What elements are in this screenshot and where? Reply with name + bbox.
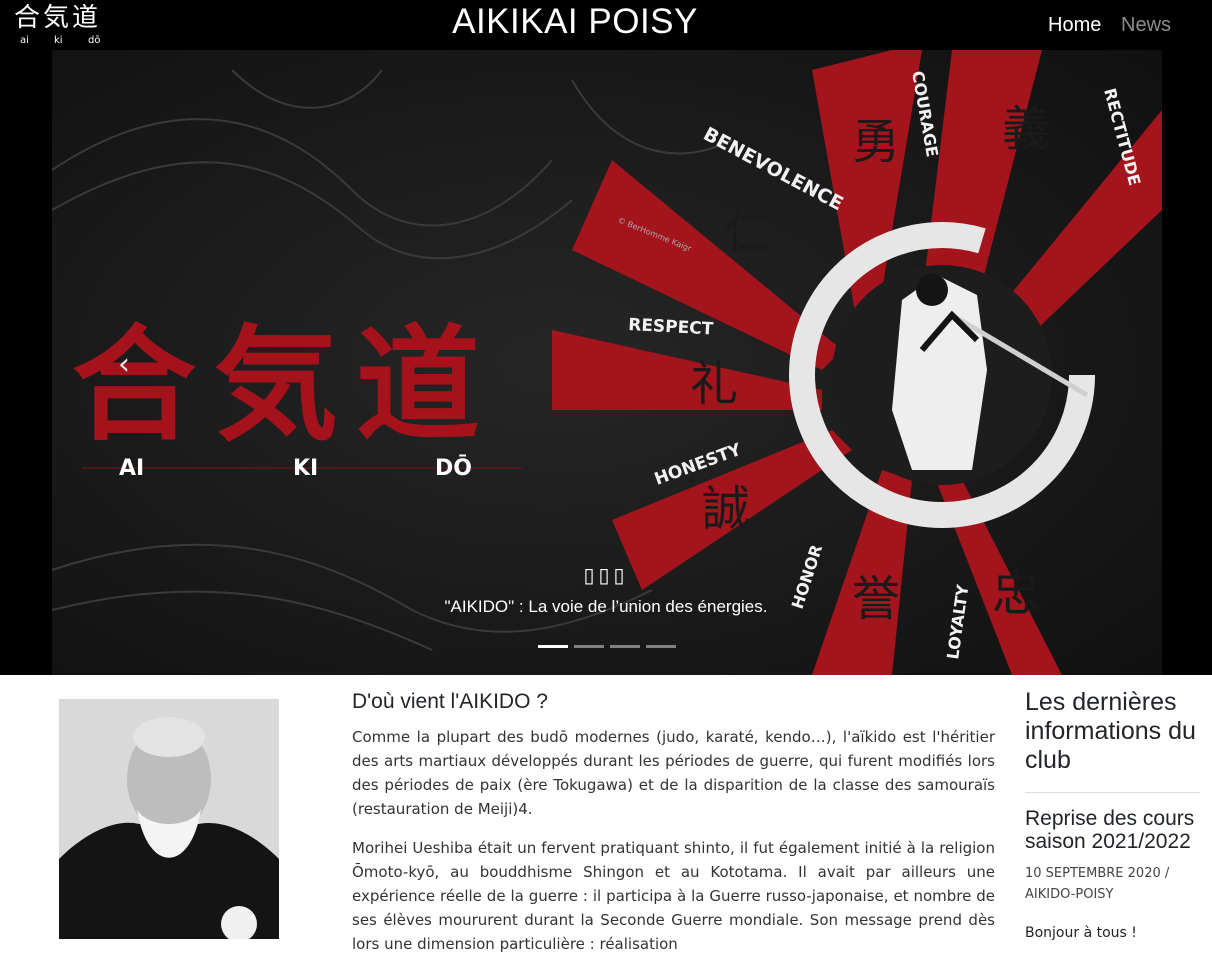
carousel-indicator-1[interactable] bbox=[538, 645, 568, 648]
kanji-chu: 忠 bbox=[992, 566, 1040, 622]
carousel-indicator-4[interactable] bbox=[646, 645, 676, 648]
carousel-caption-text: "AIKIDO" : La voie de l’union des énergi… bbox=[444, 597, 768, 616]
carousel-caption-title: ▯▯▯ bbox=[583, 563, 629, 587]
article-section: D'où vient l'AIKIDO ? Comme la plupart d… bbox=[352, 688, 995, 971]
aikido-logo[interactable]: 合気道 ai ki dō bbox=[14, 4, 132, 48]
post-excerpt: Bonjour à tous ! bbox=[1025, 925, 1137, 941]
kanji-makoto: 誠 bbox=[702, 481, 750, 537]
sidebar-divider bbox=[1025, 792, 1200, 793]
logo-romaji-do: dō bbox=[88, 35, 101, 46]
site-title[interactable]: AIKIKAI POISY bbox=[400, 2, 750, 42]
article-heading: D'où vient l'AIKIDO ? bbox=[352, 690, 548, 713]
post-title-link[interactable]: Reprise des cours saison 2021/2022 bbox=[1025, 807, 1200, 853]
carousel-indicator-2[interactable] bbox=[574, 645, 604, 648]
kanji-yu: 勇 bbox=[852, 114, 900, 170]
carousel-indicator-3[interactable] bbox=[610, 645, 640, 648]
founder-portrait bbox=[59, 699, 279, 939]
hero-kanji: 合気道 bbox=[72, 313, 498, 458]
logo-kanji: 合気道 bbox=[14, 3, 102, 33]
logo-romaji-ki: ki bbox=[54, 35, 63, 46]
hero-romaji-ai: AI bbox=[119, 456, 144, 481]
kanji-jin: 仁 bbox=[724, 204, 772, 260]
post-meta: 10 SEPTEMBRE 2020 / AIKIDO-POISY bbox=[1025, 866, 1170, 902]
news-sidebar: Les dernières informations du club Repri… bbox=[1025, 688, 1200, 943]
sidebar-heading: Les dernières informations du club bbox=[1025, 688, 1196, 774]
hero-romaji-do: DŌ bbox=[435, 455, 472, 481]
kanji-meiyo: 誉 bbox=[852, 571, 900, 627]
logo-romaji: ai ki dō bbox=[20, 35, 130, 47]
chevron-left-icon: ‹ bbox=[118, 347, 130, 382]
article-paragraph-2: Morihei Ueshiba était un fervent pratiqu… bbox=[352, 839, 995, 953]
kanji-rei: 礼 bbox=[690, 356, 738, 412]
hero-carousel: BENEVOLENCE COURAGE RECTITUDE RESPECT HO… bbox=[0, 50, 1212, 675]
kanji-gi: 義 bbox=[1002, 101, 1050, 157]
nav-link-home[interactable]: Home bbox=[1048, 13, 1101, 37]
navbar: 合気道 ai ki dō AIKIKAI POISY Home News bbox=[0, 0, 1212, 50]
nav-link-news[interactable]: News bbox=[1121, 13, 1171, 37]
logo-romaji-ai: ai bbox=[20, 35, 29, 46]
hero-romaji-ki: KI bbox=[293, 456, 318, 481]
carousel-prev-button[interactable]: ‹ bbox=[104, 345, 144, 385]
article-paragraph-1: Comme la plupart des budō modernes (judo… bbox=[352, 728, 995, 818]
carousel-indicators bbox=[538, 645, 682, 649]
portrait-image bbox=[59, 699, 279, 939]
